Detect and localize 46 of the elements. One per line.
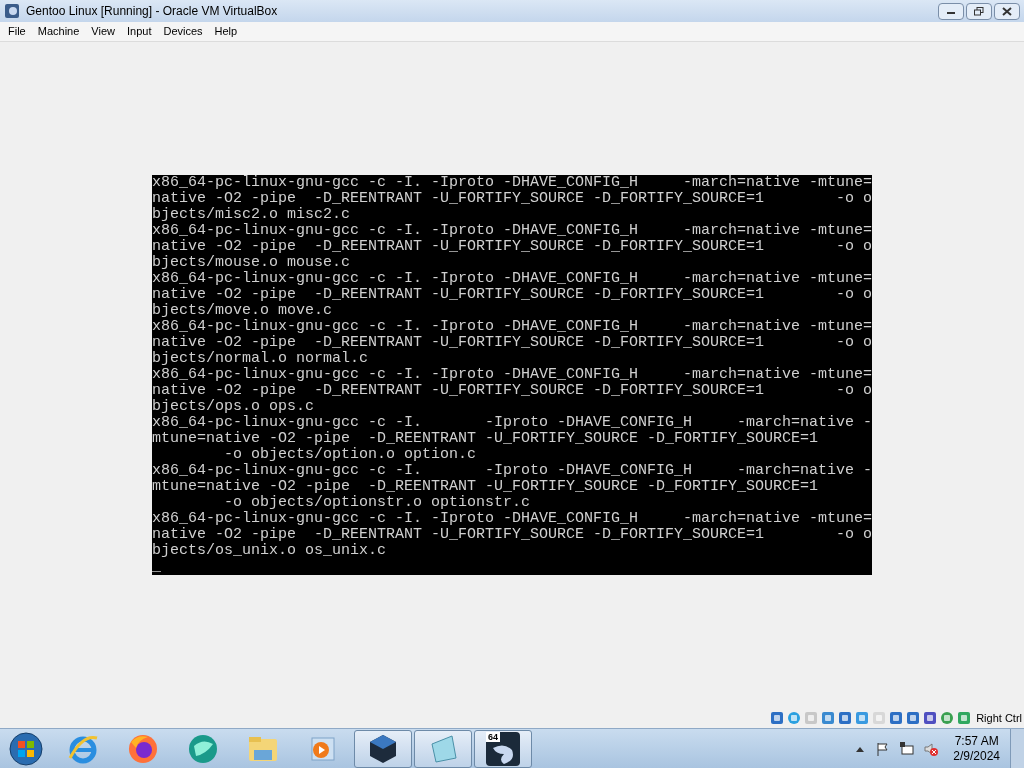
menu-item[interactable]: Input	[120, 23, 158, 40]
host-key-label: Right Ctrl	[976, 710, 1022, 726]
taskbar-button[interactable]: 64	[474, 729, 532, 768]
terminal-line: -o objects/option.o option.c	[223, 447, 477, 463]
restore-icon	[974, 6, 984, 16]
muted-speaker-icon[interactable]	[923, 740, 940, 757]
terminal-line: bjects/mouse.o mouse.c	[152, 255, 351, 271]
minimize-button[interactable]	[938, 2, 964, 20]
terminal-line: native -O2 -pipe -D_REENTRANT -U_FORTIFY_SOURCE -D_FORTIFY_SOURCE=1 -o o	[152, 335, 873, 351]
terminal-line: x86_64-pc-linux-gnu-gcc -c -I. -Iproto -DHAVE_CONFIG_H -march=native -	[152, 463, 873, 479]
window-title: Gentoo Linux [Running] - Oracle VM VirtualBox	[26, 3, 278, 20]
terminal-line: _	[152, 559, 161, 575]
terminal-line: bjects/normal.o normal.c	[152, 351, 369, 367]
terminal-line: native -O2 -pipe -D_REENTRANT -U_FORTIFY_SOURCE -D_FORTIFY_SOURCE=1 -o o	[152, 527, 873, 543]
close-icon	[1002, 6, 1012, 16]
app-badge: 64	[486, 731, 500, 742]
terminal-line: x86_64-pc-linux-gnu-gcc -c -I. -Iproto -DHAVE_CONFIG_H -march=native -mtune=	[152, 511, 873, 527]
terminal-line: bjects/os_unix.o os_unix.c	[152, 543, 387, 559]
menu-item[interactable]: File	[2, 23, 32, 40]
terminal-line: bjects/ops.o ops.c	[152, 399, 315, 415]
terminal-line: native -O2 -pipe -D_REENTRANT -U_FORTIFY_SOURCE -D_FORTIFY_SOURCE=1 -o o	[152, 191, 873, 207]
maximize-button[interactable]	[966, 2, 992, 20]
terminal-line: native -O2 -pipe -D_REENTRANT -U_FORTIFY_SOURCE -D_FORTIFY_SOURCE=1 -o o	[152, 287, 873, 303]
terminal-line: bjects/move.o move.c	[152, 303, 333, 319]
start-button[interactable]	[8, 730, 44, 767]
terminal-line: x86_64-pc-linux-gnu-gcc -c -I. -Iproto -DHAVE_CONFIG_H -march=native -mtune=	[152, 175, 873, 191]
terminal-line: mtune=native -O2 -pipe -D_REENTRANT -U_FORTIFY_SOURCE -D_FORTIFY_SOURCE=1	[152, 479, 819, 495]
menu-item[interactable]: Devices	[157, 23, 209, 40]
terminal-line: native -O2 -pipe -D_REENTRANT -U_FORTIFY_SOURCE -D_FORTIFY_SOURCE=1 -o o	[152, 383, 873, 399]
menu-item[interactable]: Help	[208, 23, 244, 40]
terminal-line: native -O2 -pipe -D_REENTRANT -U_FORTIFY_SOURCE -D_FORTIFY_SOURCE=1 -o o	[152, 239, 873, 255]
menu-item[interactable]: Machine	[31, 23, 86, 40]
terminal-line: mtune=native -O2 -pipe -D_REENTRANT -U_FORTIFY_SOURCE -D_FORTIFY_SOURCE=1	[152, 431, 819, 447]
disc-app-icon	[4, 3, 20, 19]
close-button[interactable]	[994, 2, 1020, 20]
terminal-line: -o objects/optionstr.o optionstr.c	[223, 495, 531, 511]
terminal-line: x86_64-pc-linux-gnu-gcc -c -I. -Iproto -DHAVE_CONFIG_H -march=native -	[152, 415, 873, 431]
terminal-line: x86_64-pc-linux-gnu-gcc -c -I. -Iproto -DHAVE_CONFIG_H -march=native -mtune=	[152, 319, 873, 335]
terminal-line: x86_64-pc-linux-gnu-gcc -c -I. -Iproto -DHAVE_CONFIG_H -march=native -mtune=	[152, 271, 873, 287]
menu-item[interactable]: View	[85, 23, 121, 40]
clock-time: 7:57 AM	[954, 733, 999, 749]
terminal-line: x86_64-pc-linux-gnu-gcc -c -I. -Iproto -DHAVE_CONFIG_H -march=native -mtune=	[152, 367, 873, 383]
taskbar-button[interactable]	[354, 729, 412, 768]
clock-date: 2/9/2024	[953, 748, 1000, 764]
terminal-line: bjects/misc2.o misc2.c	[152, 207, 351, 223]
terminal-line: x86_64-pc-linux-gnu-gcc -c -I. -Iproto -DHAVE_CONFIG_H -march=native -mtune=	[152, 223, 873, 239]
